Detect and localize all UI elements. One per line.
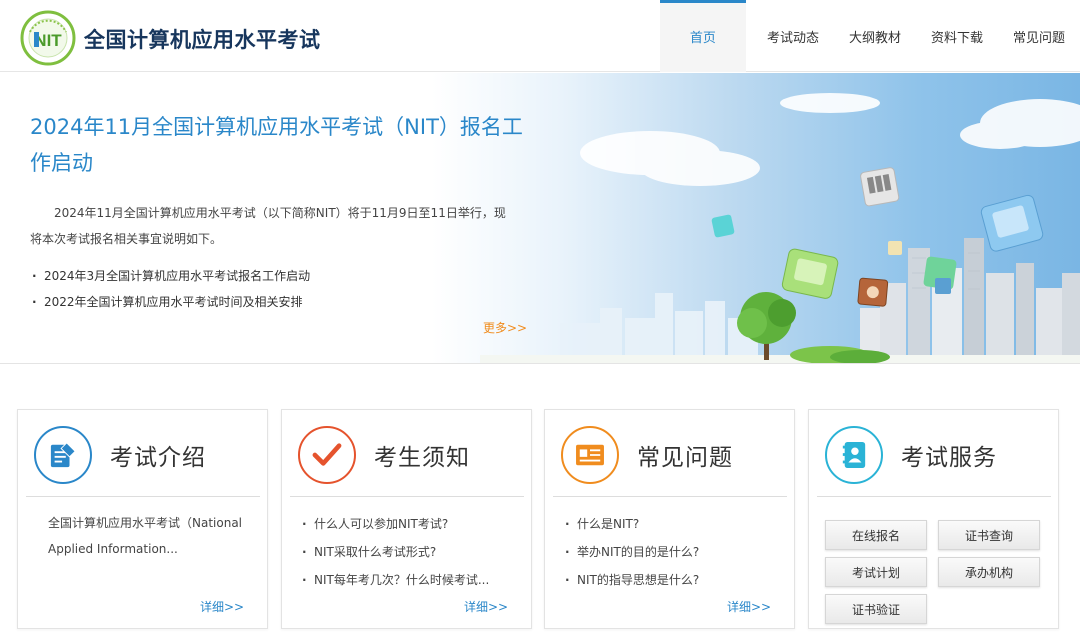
card-intro-text[interactable]: 全国计算机应用水平考试（National Applied Information… xyxy=(48,510,258,562)
card-exam-service: 考试服务 在线报名 证书查询 考试计划 承办机构 证书验证 xyxy=(808,409,1059,629)
nav-faq[interactable]: 常见问题 xyxy=(998,0,1080,72)
contact-book-icon xyxy=(825,426,883,484)
document-pen-icon xyxy=(34,426,92,484)
list-item[interactable]: 什么人可以参加NIT考试? xyxy=(300,510,489,538)
organizers-button[interactable]: 承办机构 xyxy=(938,557,1040,587)
list-item[interactable]: NIT每年考几次？什么时候考试... xyxy=(300,566,489,594)
card-title: 考试介绍 xyxy=(110,445,206,471)
card-title: 考试服务 xyxy=(901,445,997,471)
site-header: NIT 全国计算机应用水平考试 首页 考试动态 大纲教材 资料下载 常见问题 xyxy=(0,0,1080,72)
section-divider xyxy=(0,363,1080,364)
list-item[interactable]: 举办NIT的目的是什么? xyxy=(563,538,699,566)
hero-banner: 2024年11月全国计算机应用水平考试（NIT）报名工作启动 2024年11月全… xyxy=(0,73,1080,363)
banner-more-link[interactable]: 更多>> xyxy=(483,319,527,336)
nav-home[interactable]: 首页 xyxy=(659,0,746,72)
certificate-verify-button[interactable]: 证书验证 xyxy=(825,594,927,624)
card-divider xyxy=(290,496,524,497)
id-card-icon xyxy=(561,426,619,484)
checkmark-icon xyxy=(298,426,356,484)
site-title[interactable]: 全国计算机应用水平考试 xyxy=(84,24,321,54)
nav-syllabus[interactable]: 大纲教材 xyxy=(834,0,916,72)
card-detail-link[interactable]: 详细>> xyxy=(200,598,244,615)
banner-news-item[interactable]: 2024年3月全国计算机应用水平考试报名工作启动 xyxy=(30,263,310,289)
card-question-list: 什么人可以参加NIT考试? NIT采取什么考试形式? NIT每年考几次？什么时候… xyxy=(300,510,489,594)
card-divider xyxy=(817,496,1051,497)
card-divider xyxy=(26,496,260,497)
exam-schedule-button[interactable]: 考试计划 xyxy=(825,557,927,587)
nav-downloads[interactable]: 资料下载 xyxy=(916,0,998,72)
card-detail-link[interactable]: 详细>> xyxy=(727,598,771,615)
card-title: 常见问题 xyxy=(637,445,733,471)
card-faq: 常见问题 什么是NIT? 举办NIT的目的是什么? NIT的指导思想是什么? 详… xyxy=(544,409,795,629)
card-divider xyxy=(553,496,787,497)
banner-news-list: 2024年3月全国计算机应用水平考试报名工作启动 2022年全国计算机应用水平考… xyxy=(30,263,310,315)
banner-news-item[interactable]: 2022年全国计算机应用水平考试时间及相关安排 xyxy=(30,289,310,315)
card-question-list: 什么是NIT? 举办NIT的目的是什么? NIT的指导思想是什么? xyxy=(563,510,699,594)
banner-headline[interactable]: 2024年11月全国计算机应用水平考试（NIT）报名工作启动 xyxy=(30,109,530,181)
card-exam-intro: 考试介绍 全国计算机应用水平考试（National Applied Inform… xyxy=(17,409,268,629)
online-registration-button[interactable]: 在线报名 xyxy=(825,520,927,550)
card-candidate-notice: 考生须知 什么人可以参加NIT考试? NIT采取什么考试形式? NIT每年考几次… xyxy=(281,409,532,629)
banner-description: 2024年11月全国计算机应用水平考试（以下简称NIT）将于11月9日至11日举… xyxy=(30,206,506,246)
certificate-query-button[interactable]: 证书查询 xyxy=(938,520,1040,550)
card-title: 考生须知 xyxy=(374,445,470,471)
list-item[interactable]: 什么是NIT? xyxy=(563,510,699,538)
card-detail-link[interactable]: 详细>> xyxy=(464,598,508,615)
nav-exam-news[interactable]: 考试动态 xyxy=(752,0,834,72)
main-nav: 首页 考试动态 大纲教材 资料下载 常见问题 xyxy=(659,0,1080,72)
list-item[interactable]: NIT的指导思想是什么? xyxy=(563,566,699,594)
nit-logo-icon[interactable]: NIT xyxy=(20,10,76,66)
list-item[interactable]: NIT采取什么考试形式? xyxy=(300,538,489,566)
